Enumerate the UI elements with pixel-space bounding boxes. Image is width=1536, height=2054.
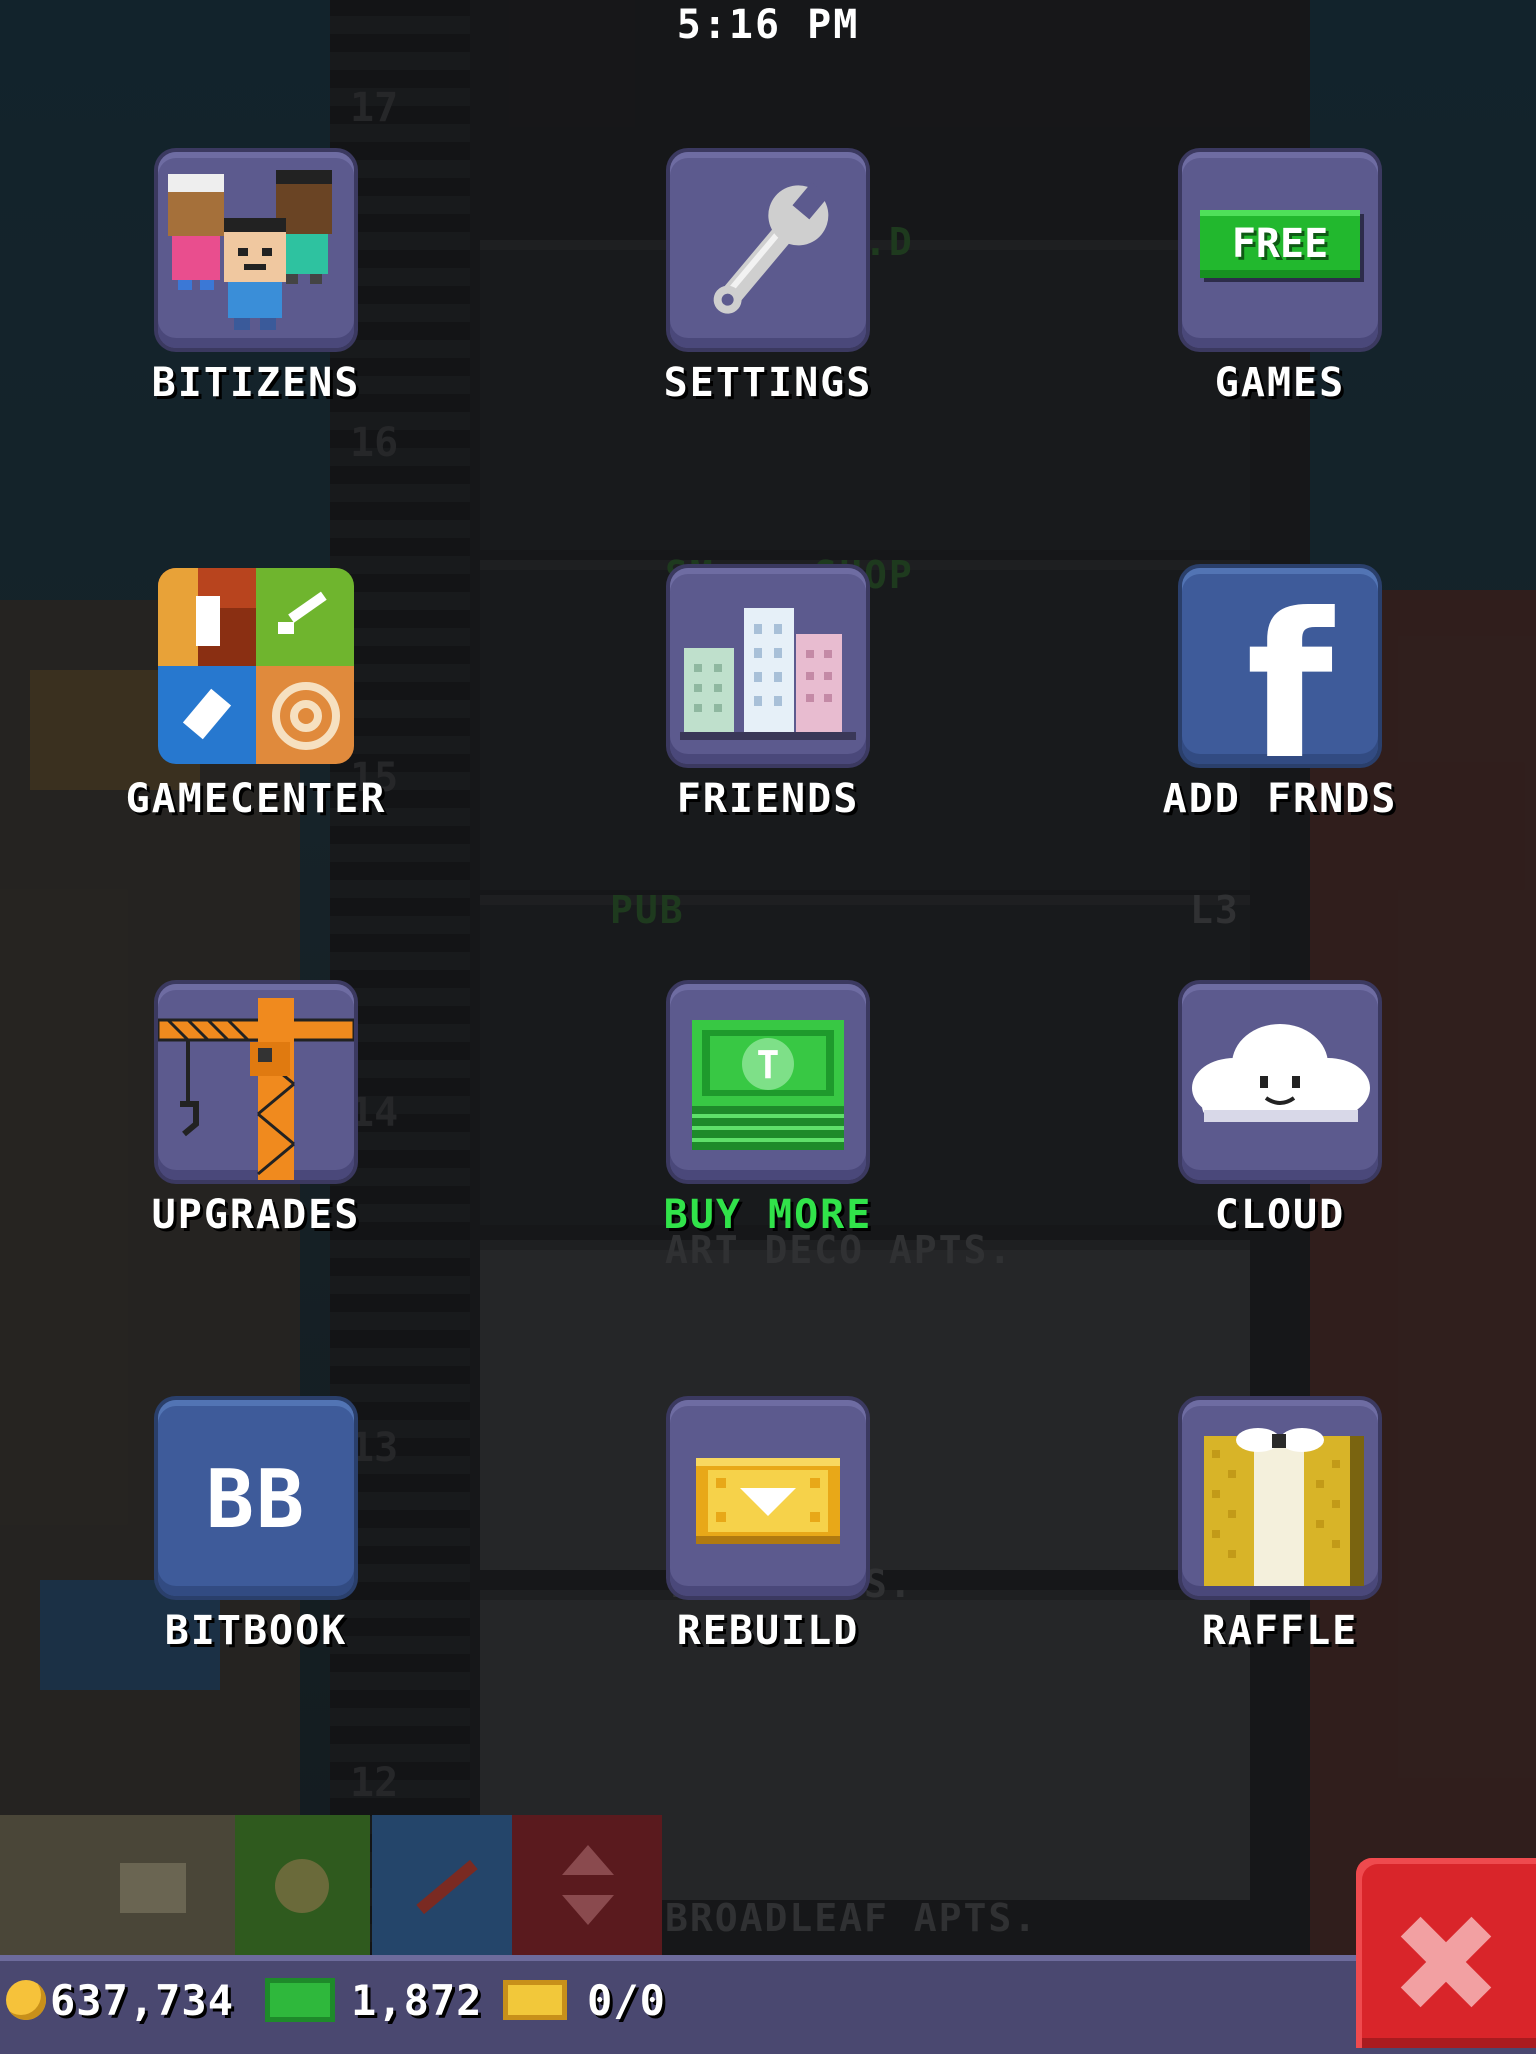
bux-icon [265, 1978, 335, 2022]
box-icon [120, 1863, 186, 1913]
menu-settings[interactable]: SETTINGS [558, 152, 978, 412]
menu-label: CLOUD [1214, 1192, 1346, 1238]
coin-icon [6, 1980, 46, 2020]
raffle-ticket-icon [1204, 1428, 1364, 1586]
golden-ticket-icon [696, 1458, 840, 1544]
lucky-pick-button[interactable] [372, 1815, 512, 1955]
menu-tile [670, 568, 866, 764]
menu-tile [1182, 1400, 1378, 1596]
cloud-icon [1192, 1024, 1370, 1122]
menu-gamecenter[interactable]: GAMECENTER [46, 568, 466, 828]
facebook-icon: f [1246, 571, 1334, 765]
menu-label: SETTINGS [663, 360, 873, 406]
menu-label: GAMECENTER [125, 776, 387, 822]
menu-label: GAMES [1214, 360, 1346, 406]
menu-add-friends[interactable]: f ADD FRNDS [1070, 568, 1490, 828]
menu-friends[interactable]: FRIENDS [558, 568, 978, 828]
menu-label: BITBOOK [164, 1608, 348, 1654]
bux-display: 1,872 [265, 1970, 482, 2030]
city-buildings-icon [680, 608, 856, 740]
menu-tile: f [1182, 568, 1378, 764]
free-games-icon: FREE [1200, 210, 1360, 278]
close-icon [1400, 1916, 1492, 2008]
menu-rebuild[interactable]: REBUILD [558, 1400, 978, 1660]
bitizens-icon [168, 170, 332, 330]
coins-value: 637,734 [50, 1975, 235, 2025]
menu-tile: T [670, 984, 866, 1180]
wrench-icon [713, 182, 829, 314]
pencil-icon [416, 1859, 478, 1915]
bitbook-icon: BB [205, 1453, 307, 1546]
bux-value: 1,872 [351, 1975, 483, 2025]
menu-bitizens[interactable]: BITIZENS [46, 152, 466, 412]
menu-tile: FREE [1182, 152, 1378, 348]
menu-upgrades[interactable]: UPGRADES [46, 984, 466, 1244]
menu-bitbook[interactable]: BB BITBOOK [46, 1400, 466, 1660]
menu-tile [158, 568, 354, 764]
menu-tile: BB [158, 1400, 354, 1596]
menu-tile [158, 984, 354, 1180]
menu-games[interactable]: FREE GAMES [1070, 152, 1490, 412]
up-arrow-icon [562, 1845, 614, 1875]
build-menu-button[interactable] [0, 1815, 235, 1955]
menu-buy-more[interactable]: T BUY MORE [558, 984, 978, 1244]
crane-icon [158, 998, 354, 1180]
menu-tile [1182, 984, 1378, 1180]
down-arrow-icon [562, 1895, 614, 1925]
menu-raffle[interactable]: RAFFLE [1070, 1400, 1490, 1660]
bottom-toolbar [0, 1815, 670, 1955]
menu-label: UPGRADES [151, 1192, 361, 1238]
gamecenter-icon [158, 568, 354, 764]
menu-cloud[interactable]: CLOUD [1070, 984, 1490, 1244]
menu-tile [158, 152, 354, 348]
tickets-display: 0/0 [503, 1970, 666, 2030]
menu-label: BITIZENS [151, 360, 361, 406]
close-button[interactable] [1356, 1858, 1536, 2048]
coins-display: 637,734 [6, 1970, 234, 2030]
tower-bux-symbol: T [757, 1043, 780, 1087]
elevator-button[interactable] [512, 1815, 662, 1955]
menu-label: FRIENDS [676, 776, 860, 822]
ticket-icon [503, 1980, 567, 2020]
menu-tile [670, 152, 866, 348]
menu-label: BUY MORE [663, 1192, 873, 1238]
tower-bux-icon: T [692, 1020, 844, 1150]
menu-label: REBUILD [676, 1608, 860, 1654]
coins-icon [275, 1859, 329, 1913]
menu-label: ADD FRNDS [1162, 776, 1398, 822]
bitizen-list-button[interactable] [235, 1815, 370, 1955]
menu-label: RAFFLE [1201, 1608, 1359, 1654]
status-time: 5:16 PM [676, 2, 860, 48]
tickets-value: 0/0 [587, 1975, 666, 2025]
menu-tile [670, 1400, 866, 1596]
